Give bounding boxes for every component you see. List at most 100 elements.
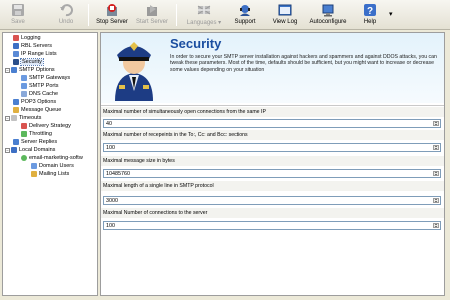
- smtp-options-icon: [11, 67, 17, 73]
- tree-item-label: Domain Users: [39, 163, 74, 169]
- languages-button[interactable]: Languages ▾: [182, 2, 226, 28]
- timeouts-icon: [11, 115, 17, 121]
- start-server-icon: [145, 3, 159, 17]
- svg-text:?: ?: [367, 6, 373, 17]
- spin-arrows-icon[interactable]: [433, 171, 439, 176]
- collapse-icon[interactable]: −: [5, 147, 10, 153]
- tree-item-label: IP Range Lists: [21, 51, 57, 57]
- max-message-size-input[interactable]: [104, 170, 430, 177]
- throttling-icon: [21, 131, 27, 137]
- max-connections-ip-stepper[interactable]: [103, 119, 441, 128]
- rbl-servers-icon: [13, 43, 19, 49]
- tree-item-label: Security: [20, 58, 44, 66]
- max-message-size-stepper[interactable]: [103, 169, 441, 178]
- page-title: Security: [170, 36, 222, 51]
- max-server-connections-input[interactable]: [104, 222, 430, 229]
- tree-item-message-queue[interactable]: Message Queue: [13, 106, 61, 114]
- police-officer-icon: [105, 35, 163, 101]
- languages-label-text: Languages: [186, 20, 217, 26]
- toolbar-separator: [88, 4, 89, 26]
- support-icon: [238, 3, 252, 17]
- tree-item-label: Logging: [21, 35, 41, 41]
- max-recipients-input[interactable]: [104, 144, 430, 151]
- languages-label: Languages ▾: [187, 19, 221, 26]
- autoconfigure-label: Autoconfigure: [309, 19, 347, 25]
- start-server-button[interactable]: Start Server: [134, 2, 170, 28]
- chevron-down-icon: ▾: [218, 20, 222, 26]
- help-button[interactable]: ? Help: [360, 2, 380, 28]
- domain-users-icon: [31, 163, 37, 169]
- max-line-length-input[interactable]: [104, 197, 430, 204]
- tree-item-logging[interactable]: Logging: [13, 34, 41, 42]
- autoconfigure-button[interactable]: Autoconfigure: [308, 2, 348, 28]
- tree-item-ip-range-lists[interactable]: IP Range Lists: [13, 50, 57, 58]
- spin-arrows-icon[interactable]: [433, 223, 439, 228]
- tree-item-domain[interactable]: email-marketing-softw: [21, 154, 83, 162]
- tree-item-local-domains[interactable]: − Local Domains: [5, 146, 55, 154]
- spin-arrows-icon[interactable]: [433, 198, 439, 203]
- view-log-icon: [278, 3, 292, 17]
- tree-item-label: DNS Cache: [29, 91, 59, 97]
- tree-item-delivery-strategy[interactable]: Delivery Strategy: [21, 122, 71, 130]
- security-icon: [13, 59, 19, 65]
- tree-item-smtp-gateways[interactable]: SMTP Gateways: [21, 74, 70, 82]
- tree-item-pop3-options[interactable]: POP3 Options: [13, 98, 56, 106]
- flag-icon: [197, 3, 211, 17]
- tree-item-throttling[interactable]: Throttling: [21, 130, 52, 138]
- tree-item-label: Delivery Strategy: [29, 123, 71, 129]
- undo-button[interactable]: Undo: [54, 2, 78, 28]
- stop-server-icon: [105, 3, 119, 17]
- local-domains-icon: [11, 147, 17, 153]
- max-connections-ip-label: Maximal number of simultaneously open co…: [103, 109, 266, 115]
- collapse-icon[interactable]: −: [5, 67, 10, 73]
- tree-item-security[interactable]: Security: [13, 58, 44, 66]
- tree-item-smtp-ports[interactable]: SMTP Ports: [21, 82, 59, 90]
- save-button[interactable]: Save: [6, 2, 30, 28]
- toolbar: Save Undo Stop Server Start Server Langu…: [0, 0, 450, 30]
- view-log-button[interactable]: View Log: [272, 2, 298, 28]
- tree-item-label: Timeouts: [19, 115, 42, 121]
- support-label: Support: [234, 19, 256, 25]
- tree-item-timeouts[interactable]: − Timeouts: [5, 114, 41, 122]
- max-server-connections-label: Maximal Number of connections to the ser…: [103, 210, 208, 216]
- tree-item-rbl-servers[interactable]: RBL Servers: [13, 42, 52, 50]
- dns-cache-icon: [21, 91, 27, 97]
- max-server-connections-stepper[interactable]: [103, 221, 441, 230]
- view-log-label: View Log: [272, 19, 298, 25]
- tree-item-label: SMTP Ports: [29, 83, 59, 89]
- server-replies-icon: [13, 139, 19, 145]
- tree-item-smtp-options[interactable]: − SMTP Options: [5, 66, 55, 74]
- stop-server-button[interactable]: Stop Server: [94, 2, 130, 28]
- smtp-gateways-icon: [21, 75, 27, 81]
- stop-server-label: Stop Server: [96, 19, 128, 25]
- tree-item-mailing-lists[interactable]: Mailing Lists: [31, 170, 69, 178]
- help-icon: ?: [363, 3, 377, 17]
- collapse-icon[interactable]: −: [5, 115, 10, 121]
- pop3-options-icon: [13, 99, 19, 105]
- tree-item-label: email-marketing-softw: [29, 155, 83, 161]
- max-line-length-stepper[interactable]: [103, 196, 441, 205]
- smtp-ports-icon: [21, 83, 27, 89]
- more-options-icon[interactable]: ▾: [389, 10, 393, 18]
- status-bar: [0, 296, 450, 300]
- mailing-lists-icon: [31, 171, 37, 177]
- tree-item-label: Local Domains: [19, 147, 56, 153]
- tree-item-dns-cache[interactable]: DNS Cache: [21, 90, 58, 98]
- divider: [101, 105, 444, 106]
- tree-item-domain-users[interactable]: Domain Users: [31, 162, 74, 170]
- settings-panel: Security In order to secure your SMTP se…: [100, 32, 445, 296]
- tree-item-label: Mailing Lists: [39, 171, 70, 177]
- max-connections-ip-input[interactable]: [104, 120, 430, 127]
- support-button[interactable]: Support: [232, 2, 258, 28]
- undo-icon: [59, 3, 73, 17]
- tree-item-server-replies[interactable]: Server Replies: [13, 138, 57, 146]
- tree-item-label: Server Replies: [21, 139, 58, 145]
- max-recipients-stepper[interactable]: [103, 143, 441, 152]
- help-label: Help: [363, 19, 377, 25]
- max-message-size-label: Maximal message size in bytes: [103, 158, 175, 164]
- spin-arrows-icon[interactable]: [433, 145, 439, 150]
- spin-arrows-icon[interactable]: [433, 121, 439, 126]
- tree-item-label: SMTP Gateways: [29, 75, 71, 81]
- domain-globe-icon: [21, 155, 27, 161]
- message-queue-icon: [13, 107, 19, 113]
